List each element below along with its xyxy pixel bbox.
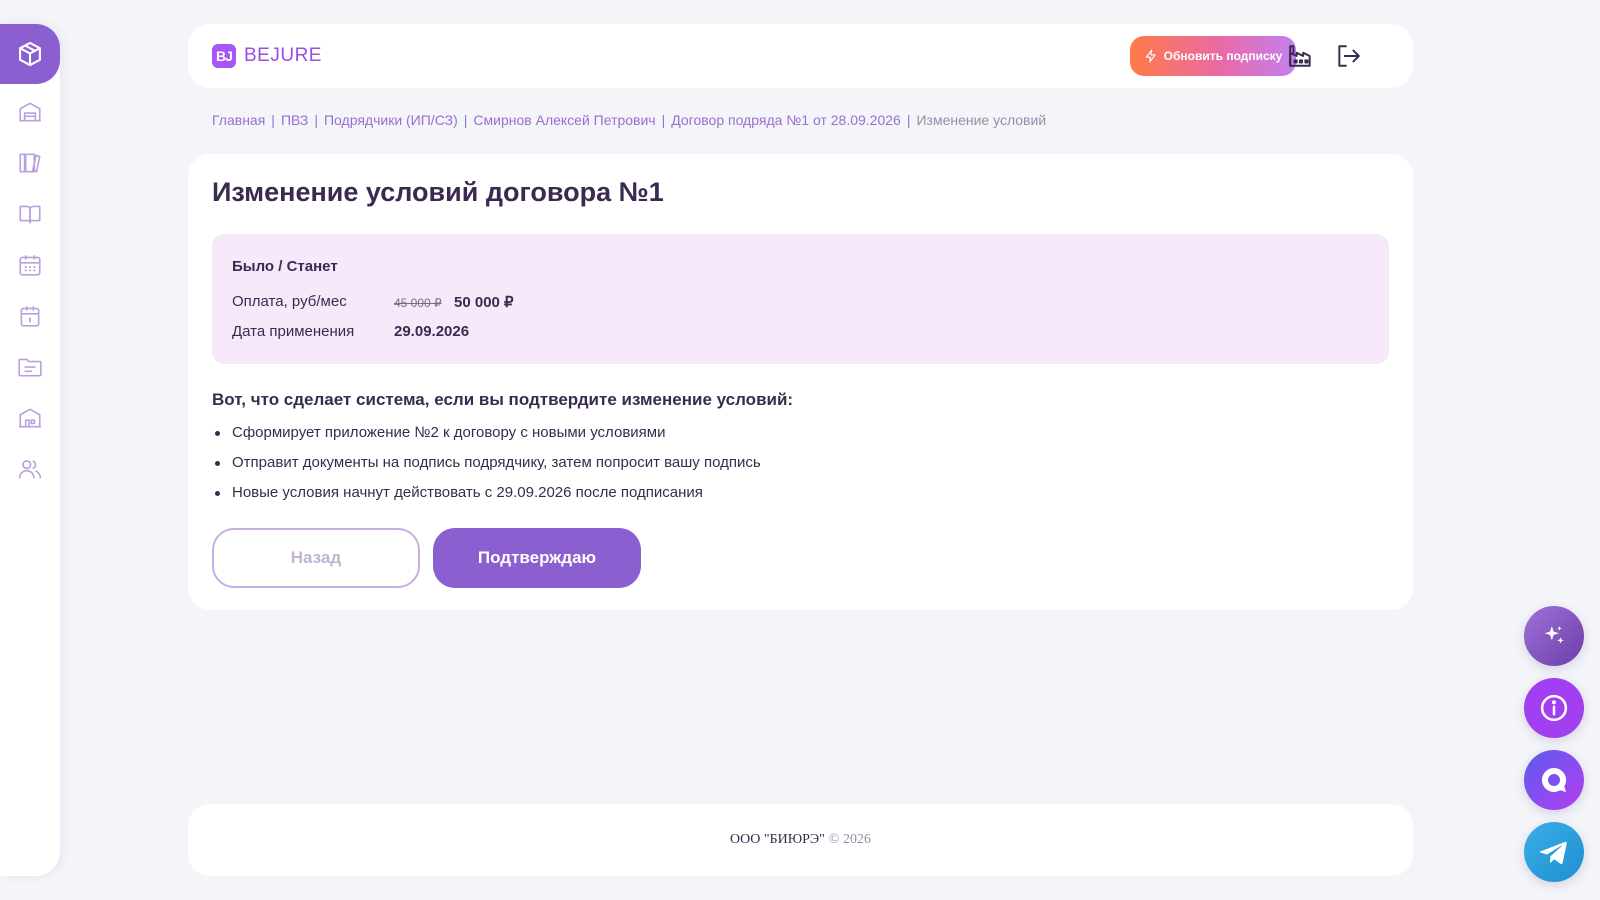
- library-icon: [19, 153, 41, 173]
- payment-label: Оплата, руб/мес: [232, 293, 347, 310]
- breadcrumb-separator: |: [906, 112, 911, 128]
- date-value: 29.09.2026: [394, 323, 470, 340]
- list-item: Новые условия начнут действовать с 29.09…: [212, 478, 761, 508]
- sidebar-item-library[interactable]: [0, 143, 60, 183]
- box-icon: [19, 41, 41, 67]
- list-item: Сформирует приложение №2 к договору с но…: [212, 418, 761, 448]
- folder-icon: [18, 358, 42, 377]
- sidebar-item-schedule[interactable]: [0, 245, 60, 285]
- footer: ООО "БИЮРЭ" © 2026: [188, 804, 1413, 876]
- footer-company: ООО "БИЮРЭ": [730, 832, 825, 847]
- building-icon: [19, 408, 41, 428]
- breadcrumb-current: Изменение условий: [916, 112, 1047, 128]
- breadcrumb-pvz[interactable]: ПВЗ: [281, 112, 308, 128]
- page-title: Изменение условий договора №1: [212, 177, 664, 207]
- upgrade-subscription-label: Обновить подписку: [1163, 49, 1283, 63]
- sidebar-item-calendar[interactable]: [0, 296, 60, 336]
- system-actions-list: Сформирует приложение №2 к договору с но…: [212, 418, 761, 508]
- confirm-button[interactable]: Подтверждаю: [433, 528, 641, 588]
- info-icon: [1540, 694, 1568, 722]
- factory-button[interactable]: [1285, 40, 1317, 72]
- date-label: Дата применения: [232, 323, 355, 340]
- breadcrumb-separator: |: [314, 112, 318, 128]
- breadcrumb-contractors[interactable]: Подрядчики (ИП/СЗ): [324, 112, 458, 128]
- breadcrumb-contractor-name[interactable]: Смирнов Алексей Петрович: [473, 112, 655, 128]
- telegram-icon: [1539, 841, 1567, 864]
- sidebar-item-documents[interactable]: [0, 347, 60, 387]
- sparkles-icon: [1544, 626, 1564, 644]
- logo-mark: BJ: [212, 44, 236, 68]
- factory-icon: [1289, 45, 1311, 67]
- footer-copyright: © 2026: [828, 832, 871, 847]
- comparison-title: Было / Станет: [232, 258, 338, 275]
- logo[interactable]: BJ BEJURE: [212, 43, 322, 69]
- lightning-icon: [1145, 49, 1156, 63]
- sidebar-item-book[interactable]: [0, 194, 60, 234]
- chat-icon: [1541, 767, 1567, 792]
- warehouse-icon: [19, 102, 41, 122]
- back-button[interactable]: Назад: [212, 528, 420, 588]
- list-item: Отправит документы на подпись подрядчику…: [212, 448, 761, 478]
- upgrade-subscription-button[interactable]: Обновить подписку: [1130, 36, 1296, 76]
- telegram-button[interactable]: [1524, 822, 1584, 882]
- calendar-day-icon: [20, 306, 40, 327]
- logo-text: BEJURE: [244, 45, 322, 66]
- breadcrumb-contract[interactable]: Договор подряда №1 от 28.09.2026: [671, 112, 901, 128]
- top-header: BJ BEJURE Обновить подписку: [188, 24, 1413, 88]
- book-icon: [19, 205, 41, 224]
- logout-icon: [1338, 45, 1360, 67]
- sidebar-item-contractors[interactable]: [0, 449, 60, 489]
- breadcrumb: Главная | ПВЗ | Подрядчики (ИП/СЗ) | Сми…: [212, 110, 1046, 130]
- sidebar-item-points[interactable]: [0, 398, 60, 438]
- breadcrumb-separator: |: [661, 112, 666, 128]
- comparison-panel: Было / Станет Оплата, руб/мес 45 000 ₽ 5…: [212, 234, 1389, 364]
- breadcrumb-separator: |: [271, 112, 275, 128]
- sidebar: [0, 24, 60, 876]
- info-button[interactable]: [1524, 678, 1584, 738]
- system-actions-title: Вот, что сделает система, если вы подтве…: [212, 390, 794, 409]
- logout-button[interactable]: [1332, 40, 1364, 72]
- chat-button[interactable]: [1524, 750, 1584, 810]
- payment-new-value: 50 000 ₽: [454, 294, 514, 311]
- sidebar-item-products[interactable]: [0, 24, 60, 84]
- users-icon: [18, 460, 42, 479]
- breadcrumb-separator: |: [463, 112, 468, 128]
- calendar-grid-icon: [19, 255, 41, 276]
- payment-old-value: 45 000 ₽: [394, 296, 442, 310]
- ai-assistant-button[interactable]: [1524, 606, 1584, 666]
- breadcrumb-home[interactable]: Главная: [212, 112, 265, 128]
- sidebar-item-warehouse[interactable]: [0, 92, 60, 132]
- main-card: Изменение условий договора №1 Было / Ста…: [188, 154, 1413, 610]
